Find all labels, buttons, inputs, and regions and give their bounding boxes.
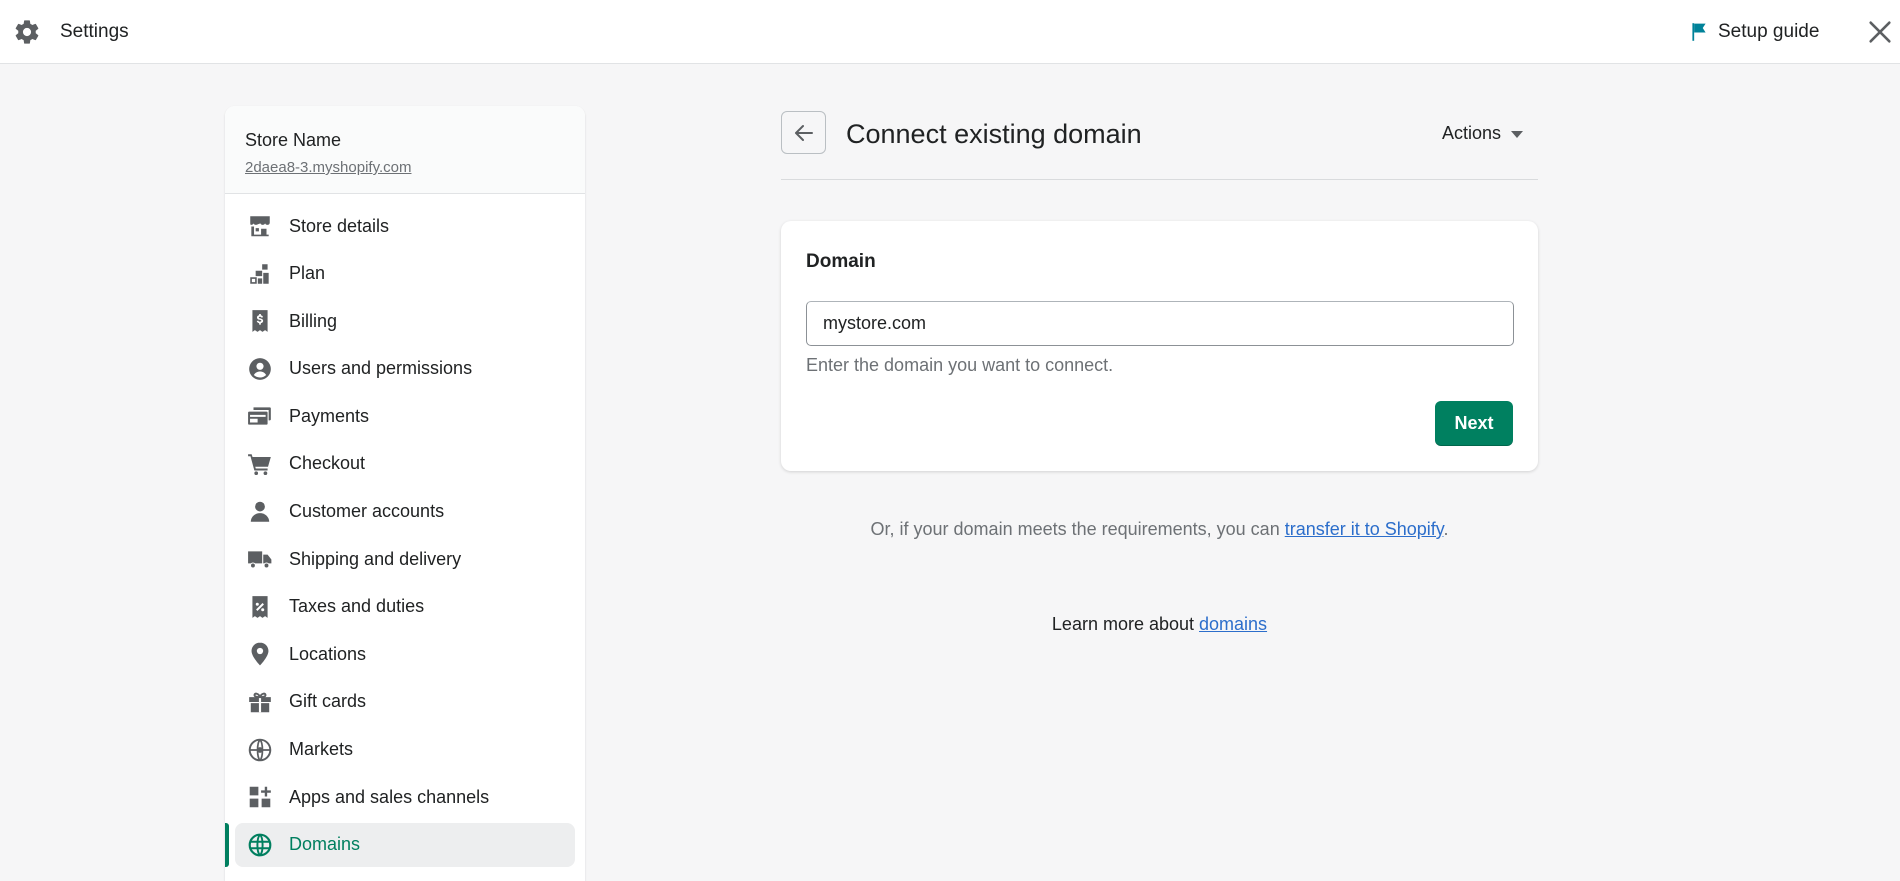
person-icon [247, 499, 273, 525]
sidebar-item-gift-cards[interactable]: Gift cards [235, 680, 575, 724]
sidebar-item-label: Markets [289, 739, 354, 760]
sidebar-item-payments[interactable]: Payments [235, 394, 575, 438]
sidebar-item-checkout[interactable]: Checkout [235, 442, 575, 486]
sidebar-item-taxes-and-duties[interactable]: Taxes and duties [235, 585, 575, 629]
learn-more-note: Learn more about domains [781, 614, 1538, 635]
transfer-to-shopify-link[interactable]: transfer it to Shopify [1285, 519, 1444, 539]
sidebar-nav: Store details Plan Billing Users and per… [225, 194, 585, 867]
gift-icon [247, 689, 273, 715]
domain-input[interactable] [806, 301, 1514, 346]
sidebar-item-label: Locations [289, 643, 367, 664]
header-divider [781, 179, 1538, 180]
transfer-prefix: Or, if your domain meets the requirement… [870, 519, 1285, 539]
domains-link[interactable]: domains [1199, 614, 1267, 634]
sidebar-item-label: Store details [289, 215, 390, 236]
billing-icon [247, 308, 273, 334]
sidebar-item-label: Gift cards [289, 691, 367, 712]
settings-title: Settings [60, 21, 129, 42]
sidebar-item-customer-accounts[interactable]: Customer accounts [235, 490, 575, 534]
domain-help-text: Enter the domain you want to connect. [806, 355, 1114, 375]
settings-sidebar: Store Name 2daea8-3.myshopify.com Store … [225, 106, 585, 881]
transfer-note: Or, if your domain meets the requirement… [781, 519, 1538, 540]
gear-icon [15, 20, 39, 44]
store-name: Store Name [245, 130, 342, 150]
sidebar-item-plan[interactable]: Plan [235, 252, 575, 296]
globe-icon [247, 832, 273, 858]
sidebar-item-label: Billing [289, 310, 338, 331]
setup-guide-button[interactable]: Setup guide [1688, 21, 1819, 43]
transfer-suffix: . [1443, 519, 1449, 539]
sidebar-item-label: Plan [289, 263, 326, 284]
sidebar-item-billing[interactable]: Billing [235, 299, 575, 343]
sidebar-item-locations[interactable]: Locations [235, 632, 575, 676]
learn-prefix: Learn more about [1051, 614, 1200, 634]
sidebar-item-label: Users and permissions [289, 358, 473, 379]
store-header: Store Name 2daea8-3.myshopify.com [225, 106, 585, 194]
page-title: Connect existing domain [846, 119, 1142, 149]
sidebar-item-label: Customer accounts [289, 501, 445, 522]
domain-card: Domain Enter the domain you want to conn… [781, 221, 1538, 471]
payments-icon [247, 403, 273, 429]
close-icon[interactable] [1866, 18, 1894, 46]
plan-icon [247, 261, 273, 287]
sidebar-item-label: Payments [289, 405, 370, 426]
markets-globe-icon [247, 737, 273, 763]
apps-icon [247, 784, 273, 810]
actions-dropdown[interactable]: Actions [1442, 123, 1524, 144]
sidebar-item-label: Shipping and delivery [289, 548, 462, 569]
sidebar-item-store-details[interactable]: Store details [235, 204, 575, 248]
sidebar-item-users-and-permissions[interactable]: Users and permissions [235, 347, 575, 391]
caret-down-icon [1511, 131, 1524, 138]
cart-icon [247, 451, 273, 477]
sidebar-item-label: Taxes and duties [289, 596, 425, 617]
top-bar: Settings Setup guide [0, 0, 1900, 64]
sidebar-item-shipping-and-delivery[interactable]: Shipping and delivery [235, 537, 575, 581]
domain-card-title: Domain [806, 251, 876, 272]
sidebar-item-apps-and-sales-channels[interactable]: Apps and sales channels [235, 775, 575, 819]
back-button[interactable] [781, 111, 826, 154]
sidebar-item-markets[interactable]: Markets [235, 728, 575, 772]
sidebar-item-domains[interactable]: Domains [225, 822, 575, 867]
truck-icon [247, 546, 273, 572]
next-button[interactable]: Next [1435, 401, 1513, 446]
arrow-left-icon [794, 124, 813, 141]
store-icon [247, 213, 273, 239]
sidebar-item-label: Domains [289, 834, 361, 855]
tax-receipt-icon [247, 594, 273, 620]
store-url-link[interactable]: 2daea8-3.myshopify.com [245, 159, 411, 176]
actions-label: Actions [1442, 123, 1502, 143]
sidebar-item-label: Checkout [289, 453, 366, 474]
location-pin-icon [247, 641, 273, 667]
sidebar-item-label: Apps and sales channels [289, 786, 490, 807]
flag-icon [1692, 23, 1706, 41]
setup-guide-label: Setup guide [1718, 21, 1820, 42]
user-circle-icon [247, 356, 273, 382]
